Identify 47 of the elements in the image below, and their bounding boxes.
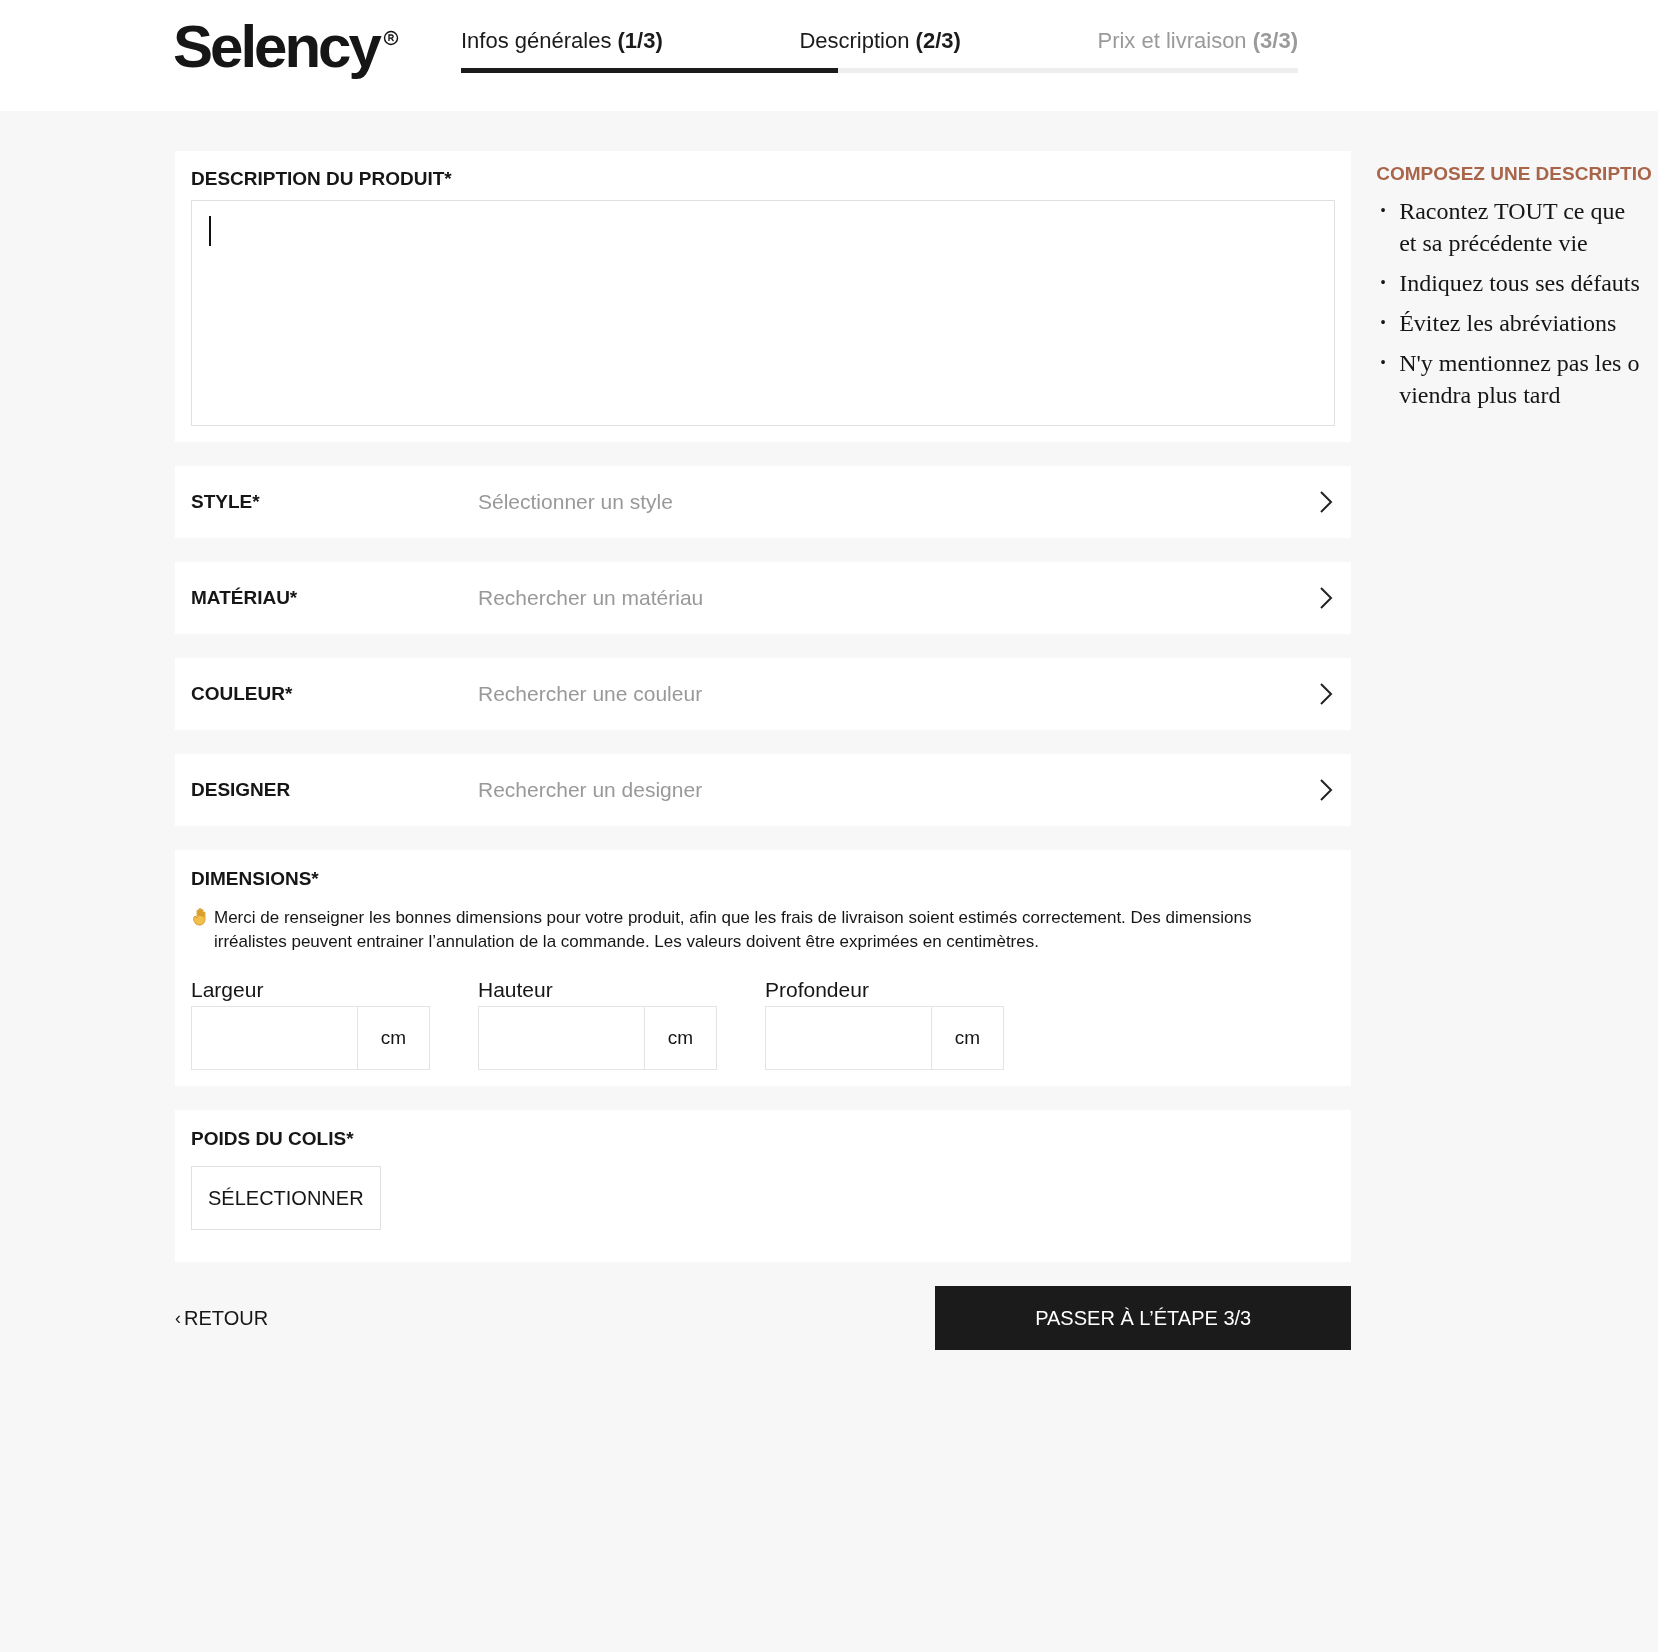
field-label: DESIGNER	[191, 779, 292, 801]
field-label: DIMENSIONS*	[191, 868, 320, 890]
selector-row[interactable]: MATÉRIAU* Rechercher un matériau	[175, 562, 1352, 634]
selector-row[interactable]: COULEUR* Rechercher une couleur	[175, 658, 1352, 730]
dimension-field[interactable]	[478, 1006, 644, 1070]
unit-label: cm	[644, 1006, 717, 1070]
bullet-icon: •	[1380, 307, 1391, 339]
tip-item: Indiquez tous ses défauts	[1399, 269, 1640, 298]
field-label: POIDS DU COLIS*	[191, 1128, 355, 1150]
bullet-icon: •	[1380, 347, 1391, 411]
field-label: Profondeur	[765, 978, 870, 1002]
dimension-field[interactable]	[765, 1006, 931, 1070]
back-link[interactable]: ‹RETOUR	[175, 1306, 269, 1330]
chevron-right-icon	[1319, 682, 1334, 706]
step-tab[interactable]: Infos générales (1/3)	[461, 28, 663, 54]
notice-text: Merci de renseigner les bonnes dimensions pour votre produit, afin que les frais de livraison soient estimés correctement. Des dimensions irréalistes peuvent entrainer l’annulation de la commande. Les valeurs doivent être exprimées en centimètres.	[214, 907, 1253, 953]
placeholder-text: Sélectionner un style	[478, 490, 674, 514]
bullet-icon: •	[1380, 267, 1391, 299]
field-label: Hauteur	[478, 978, 554, 1002]
field-label: COULEUR*	[191, 683, 294, 705]
logo[interactable]: Selency	[173, 12, 379, 82]
select-button[interactable]: SÉLECTIONNER	[191, 1166, 381, 1230]
unit-label: cm	[357, 1006, 430, 1070]
step-tab[interactable]: Description (2/3)	[799, 28, 961, 54]
chevron-right-icon	[1319, 586, 1334, 610]
tip-item: N'y mentionnez pas les o viendra plus tard	[1399, 349, 1640, 410]
registered-icon	[382, 30, 399, 46]
selector-row[interactable]: STYLE* Sélectionner un style	[175, 466, 1352, 538]
description-field[interactable]	[191, 200, 1336, 426]
field-label: DESCRIPTION DU PRODUIT*	[191, 168, 453, 190]
tip-item: Évitez les abréviations	[1399, 309, 1617, 338]
bullet-icon: •	[1380, 195, 1391, 259]
chevron-right-icon	[1319, 778, 1334, 802]
dimension-field[interactable]	[191, 1006, 357, 1070]
placeholder-text: Rechercher une couleur	[478, 682, 704, 706]
selector-row[interactable]: DESIGNER Rechercher un designer	[175, 754, 1352, 826]
field-label: MATÉRIAU*	[191, 587, 299, 609]
next-step-button[interactable]: PASSER À L’ÉTAPE 3/3	[935, 1286, 1352, 1350]
tips-title: COMPOSEZ UNE DESCRIPTIO	[1376, 163, 1653, 185]
tip-item: Racontez TOUT ce que et sa précédente vie	[1399, 197, 1626, 258]
placeholder-text: Rechercher un designer	[478, 778, 704, 802]
field-label: Largeur	[191, 978, 265, 1002]
placeholder-text: Rechercher un matériau	[478, 586, 705, 610]
chevron-right-icon	[1319, 490, 1334, 514]
field-label: STYLE*	[191, 491, 261, 513]
unit-label: cm	[931, 1006, 1004, 1070]
text-cursor-icon	[209, 216, 211, 246]
